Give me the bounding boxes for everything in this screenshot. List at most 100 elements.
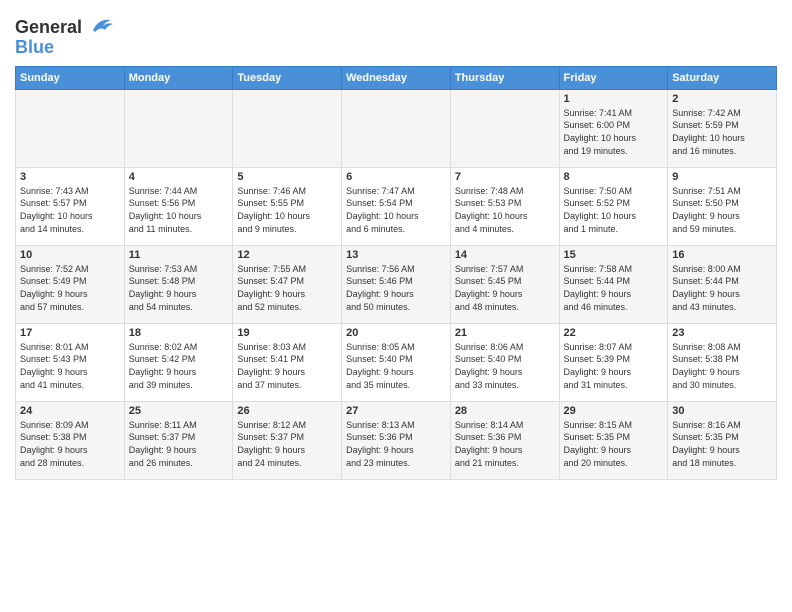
day-info: Sunrise: 8:06 AMSunset: 5:40 PMDaylight:…: [455, 341, 555, 391]
day-cell: 16 Sunrise: 8:00 AMSunset: 5:44 PMDayligh…: [668, 245, 777, 323]
day-info: Sunrise: 8:03 AMSunset: 5:41 PMDaylight:…: [237, 341, 337, 391]
day-number: 16: [672, 249, 772, 261]
day-number: 5: [237, 171, 337, 183]
day-info: Sunrise: 7:46 AMSunset: 5:55 PMDaylight:…: [237, 185, 337, 235]
day-info: Sunrise: 8:07 AMSunset: 5:39 PMDaylight:…: [564, 341, 664, 391]
day-number: 7: [455, 171, 555, 183]
day-cell: 25 Sunrise: 8:11 AMSunset: 5:37 PMDayligh…: [124, 401, 233, 479]
day-number: 19: [237, 327, 337, 339]
header-cell-tuesday: Tuesday: [233, 66, 342, 89]
day-info: Sunrise: 7:42 AMSunset: 5:59 PMDaylight:…: [672, 107, 772, 157]
day-info: Sunrise: 7:47 AMSunset: 5:54 PMDaylight:…: [346, 185, 446, 235]
day-number: 13: [346, 249, 446, 261]
day-number: 15: [564, 249, 664, 261]
day-cell: 10 Sunrise: 7:52 AMSunset: 5:49 PMDayligh…: [16, 245, 125, 323]
day-number: 25: [129, 405, 229, 417]
day-number: 22: [564, 327, 664, 339]
day-info: Sunrise: 8:01 AMSunset: 5:43 PMDaylight:…: [20, 341, 120, 391]
day-number: 20: [346, 327, 446, 339]
day-cell: [342, 89, 451, 167]
week-row-2: 3 Sunrise: 7:43 AMSunset: 5:57 PMDaylight…: [16, 167, 777, 245]
week-row-4: 17 Sunrise: 8:01 AMSunset: 5:43 PMDayligh…: [16, 323, 777, 401]
day-info: Sunrise: 8:02 AMSunset: 5:42 PMDaylight:…: [129, 341, 229, 391]
week-row-3: 10 Sunrise: 7:52 AMSunset: 5:49 PMDayligh…: [16, 245, 777, 323]
day-info: Sunrise: 8:09 AMSunset: 5:38 PMDaylight:…: [20, 419, 120, 469]
day-cell: 8Sunrise: 7:50 AMSunset: 5:52 PMDaylight…: [559, 167, 668, 245]
day-number: 26: [237, 405, 337, 417]
day-number: 2: [672, 93, 772, 105]
day-info: Sunrise: 7:57 AMSunset: 5:45 PMDaylight:…: [455, 263, 555, 313]
day-info: Sunrise: 8:14 AMSunset: 5:36 PMDaylight:…: [455, 419, 555, 469]
logo-bird-icon: [85, 12, 115, 42]
day-number: 17: [20, 327, 120, 339]
day-number: 23: [672, 327, 772, 339]
day-cell: 5 Sunrise: 7:46 AMSunset: 5:55 PMDaylight…: [233, 167, 342, 245]
day-cell: 19 Sunrise: 8:03 AMSunset: 5:41 PMDayligh…: [233, 323, 342, 401]
day-cell: 21 Sunrise: 8:06 AMSunset: 5:40 PMDayligh…: [450, 323, 559, 401]
day-cell: 23 Sunrise: 8:08 AMSunset: 5:38 PMDayligh…: [668, 323, 777, 401]
header: General Blue: [15, 10, 777, 58]
header-cell-wednesday: Wednesday: [342, 66, 451, 89]
day-cell: 1 Sunrise: 7:41 AMSunset: 6:00 PMDaylight…: [559, 89, 668, 167]
day-number: 27: [346, 405, 446, 417]
day-info: Sunrise: 7:51 AMSunset: 5:50 PMDaylight:…: [672, 185, 772, 235]
header-cell-saturday: Saturday: [668, 66, 777, 89]
day-number: 3: [20, 171, 120, 183]
day-cell: 24Sunrise: 8:09 AMSunset: 5:38 PMDayligh…: [16, 401, 125, 479]
day-cell: [233, 89, 342, 167]
day-number: 6: [346, 171, 446, 183]
day-number: 28: [455, 405, 555, 417]
day-cell: [124, 89, 233, 167]
day-info: Sunrise: 7:43 AMSunset: 5:57 PMDaylight:…: [20, 185, 120, 235]
header-row: SundayMondayTuesdayWednesdayThursdayFrid…: [16, 66, 777, 89]
header-cell-sunday: Sunday: [16, 66, 125, 89]
day-cell: 29 Sunrise: 8:15 AMSunset: 5:35 PMDayligh…: [559, 401, 668, 479]
day-cell: 20 Sunrise: 8:05 AMSunset: 5:40 PMDayligh…: [342, 323, 451, 401]
day-info: Sunrise: 8:05 AMSunset: 5:40 PMDaylight:…: [346, 341, 446, 391]
logo: General Blue: [15, 14, 115, 58]
logo-text-blue: Blue: [15, 38, 54, 58]
day-cell: 15 Sunrise: 7:58 AMSunset: 5:44 PMDayligh…: [559, 245, 668, 323]
day-info: Sunrise: 7:44 AMSunset: 5:56 PMDaylight:…: [129, 185, 229, 235]
day-info: Sunrise: 7:52 AMSunset: 5:49 PMDaylight:…: [20, 263, 120, 313]
week-row-1: 1 Sunrise: 7:41 AMSunset: 6:00 PMDaylight…: [16, 89, 777, 167]
day-number: 4: [129, 171, 229, 183]
day-cell: 26 Sunrise: 8:12 AMSunset: 5:37 PMDayligh…: [233, 401, 342, 479]
day-number: 9: [672, 171, 772, 183]
day-cell: 17 Sunrise: 8:01 AMSunset: 5:43 PMDayligh…: [16, 323, 125, 401]
day-cell: 6 Sunrise: 7:47 AMSunset: 5:54 PMDaylight…: [342, 167, 451, 245]
day-number: 1: [564, 93, 664, 105]
header-cell-friday: Friday: [559, 66, 668, 89]
day-cell: 9 Sunrise: 7:51 AMSunset: 5:50 PMDaylight…: [668, 167, 777, 245]
day-info: Sunrise: 8:00 AMSunset: 5:44 PMDaylight:…: [672, 263, 772, 313]
day-info: Sunrise: 8:13 AMSunset: 5:36 PMDaylight:…: [346, 419, 446, 469]
day-number: 10: [20, 249, 120, 261]
calendar-table: SundayMondayTuesdayWednesdayThursdayFrid…: [15, 66, 777, 480]
day-info: Sunrise: 7:53 AMSunset: 5:48 PMDaylight:…: [129, 263, 229, 313]
day-number: 14: [455, 249, 555, 261]
day-info: Sunrise: 8:08 AMSunset: 5:38 PMDaylight:…: [672, 341, 772, 391]
day-cell: 11Sunrise: 7:53 AMSunset: 5:48 PMDayligh…: [124, 245, 233, 323]
day-cell: 28 Sunrise: 8:14 AMSunset: 5:36 PMDayligh…: [450, 401, 559, 479]
day-cell: 3 Sunrise: 7:43 AMSunset: 5:57 PMDaylight…: [16, 167, 125, 245]
day-info: Sunrise: 7:58 AMSunset: 5:44 PMDaylight:…: [564, 263, 664, 313]
day-number: 29: [564, 405, 664, 417]
day-number: 12: [237, 249, 337, 261]
day-number: 30: [672, 405, 772, 417]
day-number: 21: [455, 327, 555, 339]
day-cell: 18 Sunrise: 8:02 AMSunset: 5:42 PMDayligh…: [124, 323, 233, 401]
page: General Blue SundayMondayTuesdayWednesda…: [0, 0, 792, 612]
day-info: Sunrise: 7:41 AMSunset: 6:00 PMDaylight:…: [564, 107, 664, 157]
day-cell: 13Sunrise: 7:56 AMSunset: 5:46 PMDayligh…: [342, 245, 451, 323]
day-cell: 2 Sunrise: 7:42 AMSunset: 5:59 PMDaylight…: [668, 89, 777, 167]
logo-text-general: General: [15, 18, 82, 38]
day-cell: [450, 89, 559, 167]
day-cell: 14 Sunrise: 7:57 AMSunset: 5:45 PMDayligh…: [450, 245, 559, 323]
day-cell: 30Sunrise: 8:16 AMSunset: 5:35 PMDayligh…: [668, 401, 777, 479]
day-info: Sunrise: 8:12 AMSunset: 5:37 PMDaylight:…: [237, 419, 337, 469]
week-row-5: 24Sunrise: 8:09 AMSunset: 5:38 PMDayligh…: [16, 401, 777, 479]
day-info: Sunrise: 8:11 AMSunset: 5:37 PMDaylight:…: [129, 419, 229, 469]
day-number: 18: [129, 327, 229, 339]
day-cell: 22 Sunrise: 8:07 AMSunset: 5:39 PMDayligh…: [559, 323, 668, 401]
day-info: Sunrise: 8:15 AMSunset: 5:35 PMDaylight:…: [564, 419, 664, 469]
